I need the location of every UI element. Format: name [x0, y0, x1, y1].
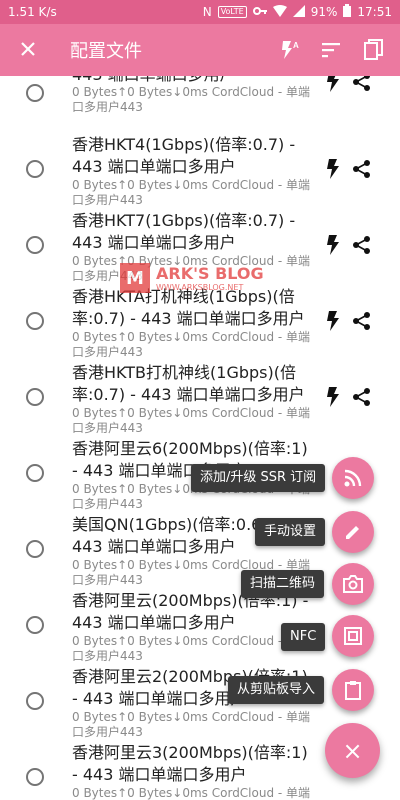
lightning-auto-button[interactable]: A: [278, 39, 300, 61]
profile-info: 0 Bytes↑0 Bytes↓0ms CordCloud - 单端口多用户44…: [72, 85, 311, 114]
watermark: M ARK'S BLOG WWW.ARKSBLOG.NET: [120, 258, 280, 298]
profile-radio[interactable]: [26, 312, 44, 330]
lightning-auto-icon: A: [282, 41, 299, 59]
profile-name: 香港HKTB打机神线(1Gbps)(倍率:0.7) - 443 端口单端口多用户: [72, 363, 305, 404]
close-fab-button[interactable]: ×: [325, 723, 380, 778]
camera-icon: [343, 575, 363, 593]
clipboard-label[interactable]: 从剪贴板导入: [228, 676, 325, 704]
sort-icon: [322, 43, 340, 58]
manual-label[interactable]: 手动设置: [255, 518, 326, 546]
profile-name: 香港HKT4(1Gbps)(倍率:0.7) - 443 端口单端口多用户: [72, 135, 296, 176]
copy-icon: [364, 39, 383, 60]
profile-info: 0 Bytes↑0 Bytes↓0ms CordCloud - 单端口多用户44…: [72, 710, 311, 739]
battery-icon: [343, 4, 352, 20]
scan-qr-label[interactable]: 扫描二维码: [241, 570, 325, 598]
clipboard-icon: [345, 681, 361, 700]
nfc-fab[interactable]: [332, 615, 374, 657]
profile-radio[interactable]: [26, 616, 44, 634]
share-icon[interactable]: [352, 76, 372, 92]
profile-name: 香港阿里云3(200Mbps)(倍率:1) - 443 端口单端口多用户: [72, 743, 308, 784]
key-icon: [252, 5, 267, 19]
clipboard-fab[interactable]: [332, 669, 374, 711]
subscribe-label[interactable]: 添加/升级 SSR 订阅: [191, 464, 326, 492]
nfc-status-icon: N: [202, 5, 212, 19]
profile-radio[interactable]: [26, 464, 44, 482]
page-title: 配置文件: [70, 41, 142, 62]
watermark-url: WWW.ARKSBLOG.NET: [156, 282, 244, 292]
profile-radio[interactable]: [26, 768, 44, 786]
bolt-icon[interactable]: [326, 76, 340, 92]
bolt-icon[interactable]: [326, 387, 340, 407]
app-bar: 配置文件 A: [0, 24, 400, 76]
profile-name: 香港HKT7(1Gbps)(倍率:0.7) - 443 端口单端口多用户: [72, 211, 296, 252]
network-speed: 1.51 K/s: [8, 5, 57, 19]
profile-info: 0 Bytes↑0 Bytes↓0ms CordCloud - 单端口多用户44…: [72, 406, 311, 435]
watermark-logo: M: [120, 263, 150, 293]
bolt-icon[interactable]: [326, 235, 340, 255]
profile-radio[interactable]: [26, 84, 44, 102]
volte-badge: VoLTE: [217, 6, 247, 18]
status-bar: 1.51 K/s N VoLTE 91% 17:51: [0, 0, 400, 24]
svg-text:A: A: [293, 41, 299, 50]
profile-radio[interactable]: [26, 540, 44, 558]
scan-qr-fab[interactable]: [332, 563, 374, 605]
clock: 17:51: [357, 5, 392, 19]
close-icon: [21, 41, 35, 56]
subscribe-fab[interactable]: [332, 457, 374, 499]
bolt-icon[interactable]: [326, 311, 340, 331]
bolt-icon[interactable]: [326, 159, 340, 179]
manual-fab[interactable]: [332, 511, 374, 553]
nfc-label[interactable]: NFC: [281, 623, 326, 651]
share-icon[interactable]: [352, 311, 372, 331]
profile-info: 0 Bytes↑0 Bytes↓0ms CordCloud - 单端口多用户44…: [72, 786, 311, 800]
wifi-icon: [272, 4, 287, 20]
profile-info: 0 Bytes↑0 Bytes↓0ms CordCloud - 单端口多用户44…: [72, 178, 311, 207]
rss-icon: [344, 469, 362, 487]
profile-radio[interactable]: [26, 388, 44, 406]
signal-icon: [292, 4, 305, 20]
close-button[interactable]: [0, 38, 56, 63]
share-icon[interactable]: [352, 159, 372, 179]
share-icon[interactable]: [352, 235, 372, 255]
copy-button[interactable]: [364, 39, 384, 61]
profile-radio[interactable]: [26, 692, 44, 710]
share-icon[interactable]: [352, 387, 372, 407]
profile-radio[interactable]: [26, 160, 44, 178]
sort-button[interactable]: [322, 42, 342, 58]
profile-row[interactable]: 443 端口单端口多用户 0 Bytes↑0 Bytes↓0ms CordClo…: [0, 76, 400, 140]
profile-info: 0 Bytes↑0 Bytes↓0ms CordCloud - 单端口多用户44…: [72, 330, 311, 359]
watermark-title: ARK'S BLOG: [156, 263, 264, 283]
profile-row[interactable]: 香港HKT4(1Gbps)(倍率:0.7) - 443 端口单端口多用户 0 B…: [0, 132, 400, 208]
profile-radio[interactable]: [26, 236, 44, 254]
edit-icon: [346, 526, 359, 539]
battery-percent: 91%: [310, 5, 338, 19]
nfc-icon: [344, 627, 362, 645]
profile-row[interactable]: 香港HKTB打机神线(1Gbps)(倍率:0.7) - 443 端口单端口多用户…: [0, 360, 400, 436]
